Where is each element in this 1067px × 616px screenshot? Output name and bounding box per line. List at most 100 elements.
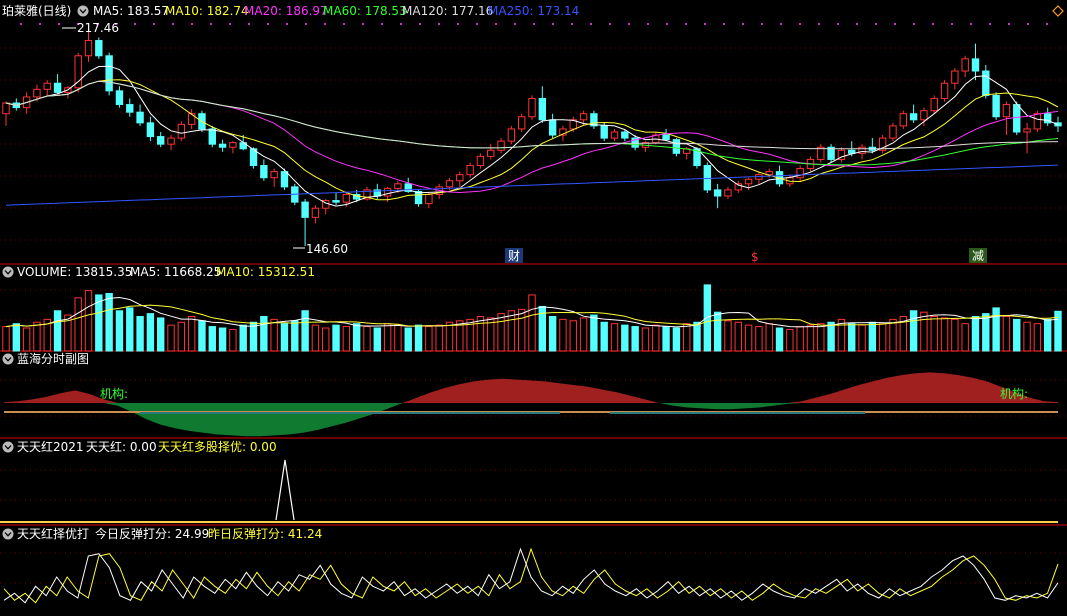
signal-dot (134, 23, 136, 25)
volume-bar (187, 316, 196, 352)
volume-bar (868, 321, 877, 352)
signal-dot (457, 23, 459, 25)
volume-bar (1013, 318, 1021, 352)
signal-dot (286, 23, 288, 25)
tth-panel-header: 天天红2021 天天红: 0.00 天天红多股择优: 0.00 (2, 439, 277, 454)
volume-bar (373, 327, 381, 352)
candle-body (456, 174, 464, 182)
volume-bar (982, 313, 990, 352)
signal-dot (647, 23, 649, 25)
signal-dot (191, 23, 193, 25)
event-tag-dividend[interactable]: $ (751, 250, 759, 264)
volume-label: VOLUME: 13815.35 (17, 265, 132, 279)
signal-dot-row (20, 23, 1048, 25)
signal-dot (761, 23, 763, 25)
candle-body (105, 55, 113, 92)
volume-bar (631, 326, 639, 352)
ma120-label: MA120: 177.16 (402, 4, 493, 18)
candle-body (115, 90, 124, 106)
collapse-icon[interactable] (2, 353, 14, 365)
signal-dot (343, 23, 345, 25)
volume-bar (146, 313, 155, 352)
ttx-series (3, 547, 1059, 604)
volume-ma10-label: MA10: 15312.51 (216, 265, 315, 279)
diamond-icon[interactable] (1052, 5, 1064, 17)
volume-bar (167, 324, 175, 352)
volume-bar (311, 324, 320, 352)
volume-bar (414, 324, 423, 352)
collapse-icon[interactable] (2, 441, 14, 453)
candle-body (126, 104, 134, 113)
stock-chart[interactable]: 217.46 146.60 财 $ 减 珀莱雅(日线) MA5: 183.57 … (0, 0, 1067, 616)
candle-body (600, 125, 608, 139)
volume-bar (920, 311, 928, 352)
volume-bar (363, 326, 371, 352)
candle-body (53, 82, 62, 93)
collapse-icon[interactable] (2, 528, 14, 540)
signal-dot (913, 23, 915, 25)
volume-bar (703, 284, 712, 352)
signal-dot (362, 23, 364, 25)
volume-bar (291, 320, 299, 352)
event-tag-reduce[interactable]: 减 (969, 248, 987, 263)
signal-dot (39, 23, 41, 25)
candle-body (95, 40, 103, 57)
lanhai-red-area (4, 372, 1058, 403)
candle-body (889, 125, 897, 139)
ttx-today-value: 今日反弹打分: 24.99 (95, 526, 209, 541)
candle-body (394, 183, 402, 189)
volume-bar (755, 326, 763, 352)
volume-bar (621, 324, 629, 352)
candle-body (662, 134, 670, 141)
event-tag-reduce-label: 减 (972, 249, 984, 263)
collapse-icon[interactable] (77, 5, 89, 17)
volume-bar (590, 314, 598, 352)
volume-bar (404, 327, 412, 352)
candle-body (703, 165, 712, 191)
low-marker: 146.60 (293, 242, 348, 256)
high-marker: 217.46 (62, 21, 119, 35)
candle-body (208, 128, 216, 145)
tth-value: 天天红: 0.00 (86, 439, 157, 454)
signal-dot (20, 23, 22, 25)
volume-bar (157, 317, 165, 352)
stock-name: 珀莱雅(日线) (2, 3, 71, 18)
volume-bar (12, 323, 21, 352)
volume-bar (270, 318, 278, 352)
candle-body (610, 131, 619, 139)
signal-dot (1027, 23, 1029, 25)
ttx-today-line (3, 547, 1059, 604)
candle-body (157, 136, 165, 145)
signal-dot (305, 23, 307, 25)
signal-dot (172, 23, 174, 25)
candle-body (342, 193, 351, 203)
event-tag-financial-label: 财 (508, 249, 520, 263)
volume-bar (724, 320, 732, 352)
signal-dot (932, 23, 934, 25)
tth-spike (275, 459, 295, 521)
volume-bar (848, 323, 856, 352)
event-tag-financial[interactable]: 财 (505, 248, 523, 263)
candle-body (796, 168, 804, 179)
candle-body (713, 189, 722, 197)
signal-dot (153, 23, 155, 25)
volume-bar (445, 321, 454, 352)
candle-body (940, 82, 949, 99)
volume-bar (342, 326, 351, 352)
volume-bar (383, 323, 392, 352)
lanhai-tag-right: 机构: (1000, 386, 1028, 401)
candle-body (414, 190, 423, 205)
lanhai-title: 蓝海分时副图 (17, 351, 89, 366)
volume-bar (652, 324, 660, 352)
volume-bar (992, 307, 1000, 352)
volume-bar (672, 327, 681, 352)
collapse-icon[interactable] (2, 266, 14, 278)
volume-bar (352, 323, 361, 352)
signal-dot (495, 23, 497, 25)
candle-body (229, 142, 237, 148)
signal-dot (818, 23, 820, 25)
signal-dot (856, 23, 858, 25)
signal-dot (780, 23, 782, 25)
candle-body (270, 171, 278, 179)
candle-body (146, 122, 155, 138)
